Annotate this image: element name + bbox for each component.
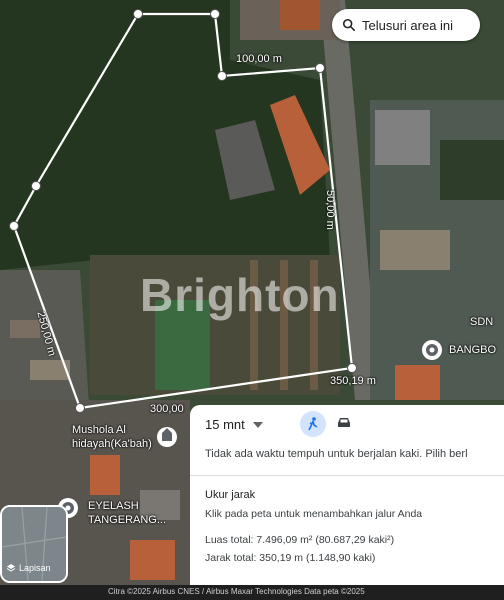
measure-label-top: 100,00 m bbox=[236, 53, 282, 65]
chevron-down-icon bbox=[252, 421, 263, 428]
place-label-eyelash-2[interactable]: TANGERANG... bbox=[88, 514, 166, 526]
measure-point[interactable] bbox=[75, 403, 85, 413]
walk-mode-button[interactable] bbox=[300, 411, 326, 437]
measure-panel: 15 mnt Tidak ada waktu tempuh untuk berj… bbox=[190, 405, 504, 585]
measure-point[interactable] bbox=[347, 363, 357, 373]
measure-label-bottom-right: 350,19 m bbox=[330, 375, 376, 387]
search-area-button[interactable]: Telusuri area ini bbox=[332, 9, 480, 41]
measure-point[interactable] bbox=[315, 63, 325, 73]
layers-button[interactable]: Lapisan bbox=[0, 505, 68, 583]
panel-divider bbox=[190, 475, 504, 476]
measure-title: Ukur jarak bbox=[205, 489, 256, 501]
place-label-sdn[interactable]: SDN bbox=[470, 316, 493, 328]
measure-area: Luas total: 7.496,09 m² (80.687,29 kaki²… bbox=[205, 534, 395, 546]
place-label-eyelash-1[interactable]: EYELASH bbox=[88, 500, 139, 512]
measure-point[interactable] bbox=[9, 221, 19, 231]
search-icon bbox=[342, 18, 356, 32]
measure-point[interactable] bbox=[217, 71, 227, 81]
place-label-mushola-1[interactable]: Mushola Al bbox=[72, 424, 126, 436]
measure-hint: Klik pada peta untuk menambahkan jalur A… bbox=[205, 508, 423, 520]
attribution-text[interactable]: Citra ©2025 Airbus CNES / Airbus Maxar T… bbox=[108, 587, 365, 596]
search-area-label: Telusuri area ini bbox=[362, 17, 454, 33]
measure-point[interactable] bbox=[31, 181, 41, 191]
place-pin-icon[interactable] bbox=[422, 340, 442, 360]
walk-icon bbox=[308, 417, 318, 431]
measure-label-bottom-left: 300,00 bbox=[150, 403, 184, 415]
watermark-logo: Brighton bbox=[140, 269, 340, 321]
walk-notice: Tidak ada waktu tempuh untuk berjalan ka… bbox=[205, 448, 468, 460]
place-label-mushola-2[interactable]: hidayah(Ka'bah) bbox=[72, 438, 152, 450]
measure-label-right: 50,00 m bbox=[324, 190, 336, 230]
layers-label: Lapisan bbox=[19, 563, 51, 573]
measure-distance: Jarak total: 350,19 m (1.148,90 kaki) bbox=[205, 552, 376, 564]
mosque-pin-icon[interactable] bbox=[157, 427, 177, 447]
car-mode-button[interactable] bbox=[336, 415, 352, 434]
layers-icon bbox=[6, 564, 16, 572]
measure-point[interactable] bbox=[133, 9, 143, 19]
travel-time-dropdown[interactable]: 15 mnt bbox=[205, 417, 263, 432]
place-label-bangbo[interactable]: BANGBO bbox=[449, 344, 496, 356]
car-icon bbox=[338, 418, 350, 427]
measure-point[interactable] bbox=[210, 9, 220, 19]
travel-time-value: 15 mnt bbox=[205, 417, 245, 432]
